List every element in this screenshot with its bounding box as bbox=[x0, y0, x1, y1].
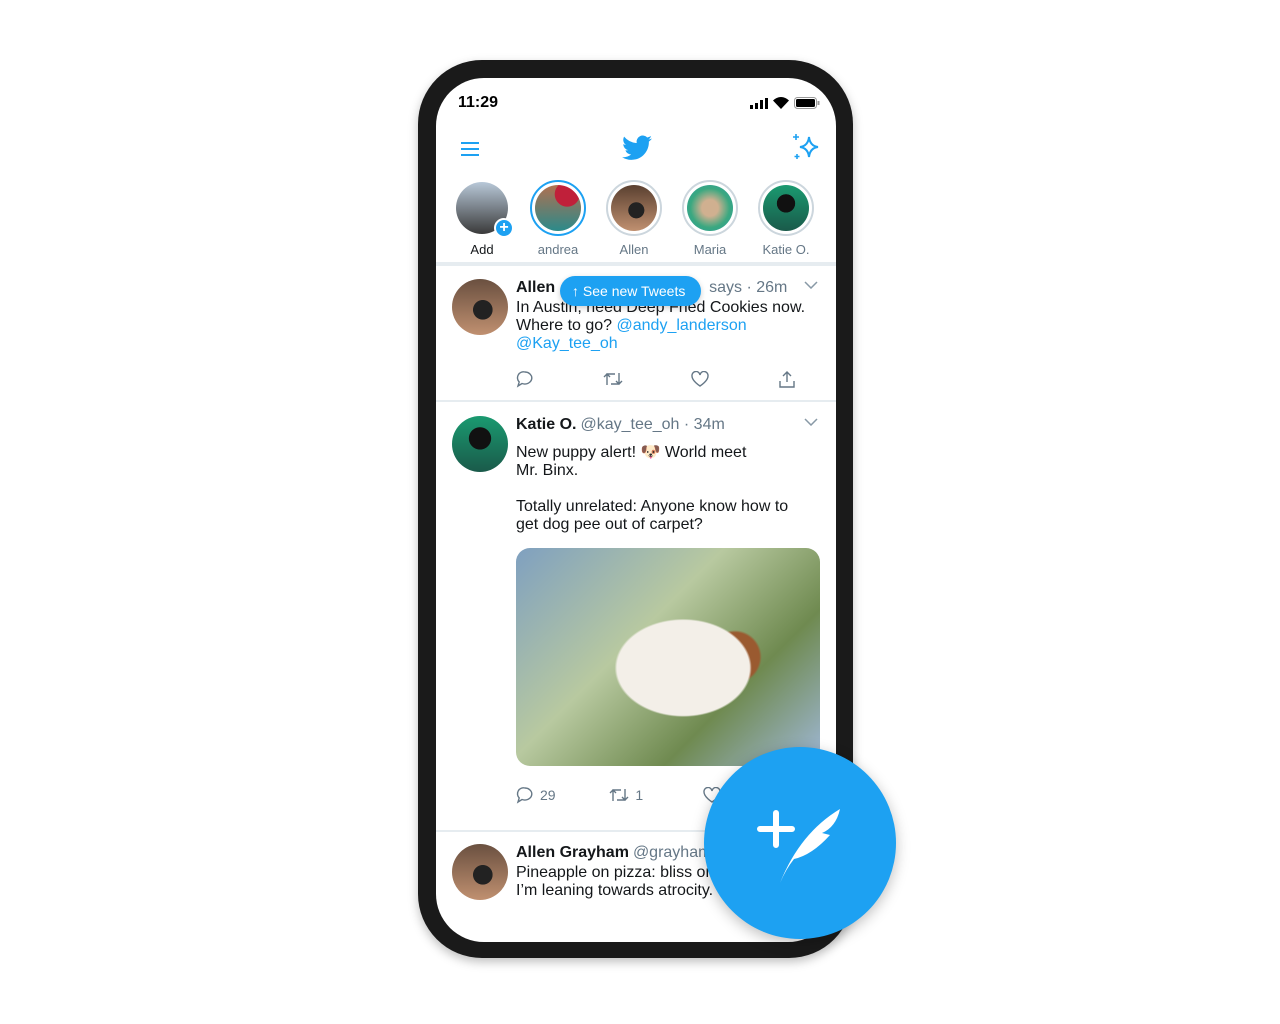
twitter-bird-icon bbox=[622, 135, 652, 160]
battery-icon bbox=[794, 97, 820, 109]
reply-button[interactable] bbox=[516, 370, 586, 388]
see-new-tweets-button[interactable]: ↑ See new Tweets bbox=[560, 276, 702, 306]
reply-icon bbox=[516, 371, 533, 388]
arrow-up-icon: ↑ bbox=[572, 283, 583, 299]
fleets-row: + Add andrea Allen Maria Katie O. bbox=[454, 180, 814, 257]
top-bar bbox=[436, 133, 836, 169]
retweet-button[interactable] bbox=[603, 370, 673, 388]
avatar[interactable] bbox=[452, 844, 508, 900]
tweet[interactable]: Katie O. @kay_tee_oh · 34m New puppy aler… bbox=[436, 416, 836, 534]
avatar[interactable] bbox=[452, 416, 508, 472]
avatar bbox=[535, 185, 581, 231]
story-add[interactable]: + Add bbox=[454, 180, 514, 257]
chevron-down-icon[interactable] bbox=[804, 281, 818, 289]
clock: 11:29 bbox=[458, 94, 499, 111]
retweet-button[interactable]: 1 bbox=[609, 786, 679, 804]
compose-feather-icon bbox=[757, 809, 840, 883]
tweet-image-puppy[interactable] bbox=[516, 548, 820, 766]
story-katie[interactable]: Katie O. bbox=[758, 180, 814, 257]
share-icon bbox=[779, 371, 795, 388]
signal-icon bbox=[750, 97, 768, 109]
divider bbox=[436, 262, 836, 266]
compose-tweet-button[interactable] bbox=[704, 747, 896, 939]
avatar bbox=[763, 185, 809, 231]
retweet-icon bbox=[609, 789, 629, 801]
reply-button[interactable]: 29 bbox=[516, 786, 586, 804]
tweet-actions bbox=[516, 370, 796, 388]
avatar bbox=[687, 185, 733, 231]
story-maria[interactable]: Maria bbox=[682, 180, 738, 257]
story-allen[interactable]: Allen bbox=[606, 180, 662, 257]
share-button[interactable] bbox=[778, 370, 796, 388]
divider bbox=[436, 400, 836, 402]
wifi-icon bbox=[773, 97, 789, 109]
avatar[interactable] bbox=[452, 279, 508, 335]
story-andrea[interactable]: andrea bbox=[530, 180, 586, 257]
avatar bbox=[611, 185, 657, 231]
status-bar: 11:29 bbox=[458, 94, 820, 112]
like-button[interactable] bbox=[690, 370, 761, 388]
hamburger-icon[interactable] bbox=[461, 141, 479, 157]
chevron-down-icon[interactable] bbox=[804, 418, 818, 426]
reply-icon bbox=[516, 787, 533, 804]
heart-icon bbox=[690, 371, 709, 387]
retweet-icon bbox=[603, 373, 623, 385]
plus-icon: + bbox=[494, 218, 514, 238]
sparkle-icon[interactable] bbox=[792, 133, 820, 161]
